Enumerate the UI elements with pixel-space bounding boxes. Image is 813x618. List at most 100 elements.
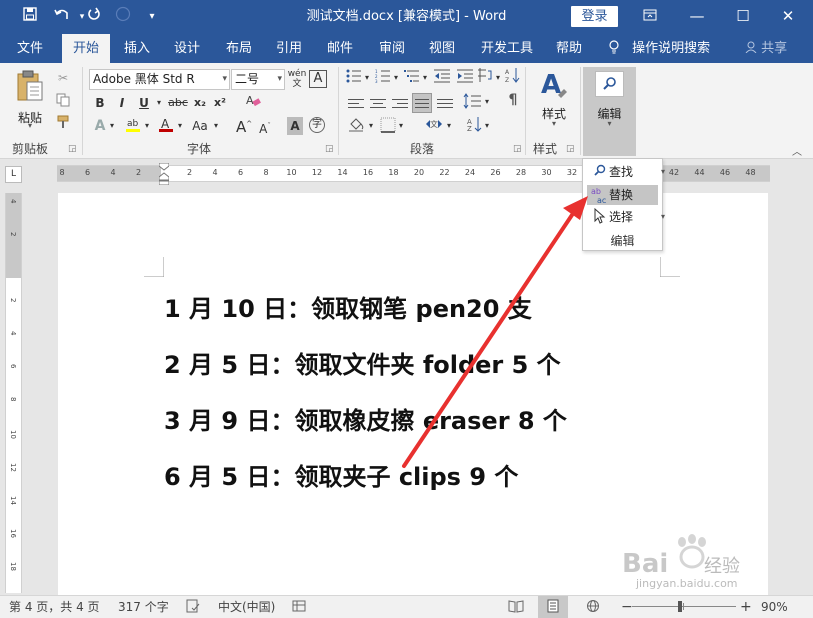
highlight-color-icon[interactable]: ab <box>124 117 142 135</box>
character-shading-button[interactable]: A <box>287 117 303 135</box>
superscript-button[interactable]: x² <box>212 94 228 112</box>
format-painter-icon[interactable] <box>54 115 72 133</box>
chevron-down-icon[interactable]: ▾ <box>397 117 405 135</box>
tab-design[interactable]: 设计 <box>166 34 208 63</box>
font-color-icon[interactable]: A <box>157 117 175 135</box>
share-button[interactable]: 共享 <box>745 34 787 63</box>
chevron-down-icon[interactable]: ▾ <box>176 117 184 135</box>
chevron-down-icon[interactable]: ▾ <box>483 93 491 111</box>
decrease-indent-icon[interactable] <box>434 69 450 87</box>
styles-launcher-icon[interactable]: ◲ <box>566 144 575 154</box>
character-border-icon[interactable]: A <box>309 70 327 88</box>
tell-me-search[interactable]: 操作说明搜索 <box>608 34 710 63</box>
justify-icon[interactable] <box>412 93 432 113</box>
chevron-down-icon[interactable]: ▾ <box>421 69 429 87</box>
align-left-icon[interactable] <box>348 96 364 110</box>
strikethrough-button[interactable]: abc <box>167 94 189 112</box>
numbering-icon[interactable]: 123 <box>375 69 391 87</box>
proofing-icon[interactable] <box>186 596 200 618</box>
tab-home[interactable]: 开始 <box>62 34 110 63</box>
word-count[interactable]: 317 个字 <box>118 596 169 618</box>
chevron-down-icon[interactable]: ▾ <box>367 117 375 135</box>
bullets-icon[interactable] <box>346 69 362 87</box>
shrink-font-button[interactable]: Aˇ <box>258 117 272 136</box>
print-layout-icon[interactable] <box>538 596 568 618</box>
login-button[interactable]: 登录 <box>571 6 618 27</box>
align-right-icon[interactable] <box>392 96 408 110</box>
web-layout-icon[interactable] <box>586 596 600 618</box>
shading-icon[interactable] <box>348 116 366 134</box>
tab-help[interactable]: 帮助 <box>548 34 590 63</box>
document-line[interactable]: 2 月 5 日：领取文件夹 folder 5 个 <box>164 345 561 380</box>
sort-icon[interactable]: AZ <box>505 67 521 85</box>
chevron-down-icon[interactable]: ▾ <box>363 69 371 87</box>
maximize-icon[interactable]: ☐ <box>721 0 765 34</box>
italic-button[interactable]: I <box>114 94 130 112</box>
zoom-out-button[interactable]: − <box>621 596 633 618</box>
customize-icon[interactable]: ▾ <box>140 6 164 28</box>
tab-review[interactable]: 审阅 <box>371 34 413 63</box>
chevron-down-icon[interactable]: ▾ <box>445 117 453 135</box>
macro-recording-icon[interactable] <box>292 596 306 618</box>
show-marks-icon[interactable]: ¶ <box>505 91 521 109</box>
tab-layout[interactable]: 布局 <box>218 34 260 63</box>
chevron-down-icon[interactable]: ▾ <box>392 69 400 87</box>
enclose-characters-icon[interactable]: 字 <box>309 117 325 133</box>
phonetic-guide-icon[interactable]: wén 文 <box>287 69 307 89</box>
tab-insert[interactable]: 插入 <box>116 34 158 63</box>
change-case-button[interactable]: Aa <box>189 117 211 135</box>
indent-marker[interactable] <box>158 162 170 186</box>
ribbon-display-icon[interactable] <box>628 0 672 34</box>
chevron-down-icon[interactable]: ▾ <box>154 94 164 112</box>
asian-layout-icon[interactable]: 文 <box>424 116 444 134</box>
zoom-slider[interactable] <box>632 601 736 612</box>
find-menu-item[interactable]: 查找 ▾ <box>587 162 665 182</box>
chevron-down-icon[interactable]: ▾ <box>483 117 491 135</box>
document-line[interactable]: 6 月 5 日：领取夹子 clips 9 个 <box>164 457 518 492</box>
tab-mailings[interactable]: 邮件 <box>319 34 361 63</box>
minimize-icon[interactable]: — <box>675 0 719 34</box>
bold-button[interactable]: B <box>92 94 108 112</box>
select-menu-item[interactable]: 选择 ▾ <box>587 207 665 227</box>
text-effects-button[interactable]: A <box>92 117 108 135</box>
font-launcher-icon[interactable]: ◲ <box>325 144 334 154</box>
tab-view[interactable]: 视图 <box>421 34 463 63</box>
styles-button[interactable]: A 样式 ▾ <box>534 69 574 133</box>
document-line[interactable]: 3 月 9 日：领取橡皮擦 eraser 8 个 <box>164 401 567 436</box>
grow-font-button[interactable]: A^ <box>236 115 252 136</box>
underline-button[interactable]: U <box>136 94 152 112</box>
clear-formatting-icon[interactable]: A <box>244 93 262 111</box>
chevron-down-icon[interactable]: ▾ <box>494 69 502 87</box>
chevron-down-icon[interactable]: ▾ <box>143 117 151 135</box>
page-count[interactable]: 第 4 页，共 4 页 <box>9 596 100 618</box>
distributed-icon[interactable] <box>437 96 453 110</box>
paragraph-launcher-icon[interactable]: ◲ <box>513 144 522 154</box>
tab-references[interactable]: 引用 <box>268 34 310 63</box>
zoom-level[interactable]: 90% <box>761 596 788 618</box>
font-size-select[interactable]: 二号 ▾ <box>231 69 285 90</box>
tab-developer[interactable]: 开发工具 <box>476 34 538 63</box>
multilevel-list-icon[interactable] <box>404 69 420 87</box>
chevron-down-icon[interactable]: ▾ <box>212 117 220 135</box>
clipboard-launcher-icon[interactable]: ◲ <box>68 144 77 154</box>
chinese-layout-icon[interactable] <box>477 67 493 85</box>
touch-mode-icon[interactable] <box>111 6 135 28</box>
save-icon[interactable] <box>18 6 42 28</box>
cut-icon[interactable]: ✂ <box>54 69 72 87</box>
tab-file[interactable]: 文件 <box>8 34 52 63</box>
zoom-slider-thumb[interactable] <box>678 601 682 612</box>
font-name-select[interactable]: Adobe 黑体 Std R ▾ <box>89 69 230 90</box>
tab-selector[interactable]: L <box>5 166 22 183</box>
subscript-button[interactable]: x₂ <box>192 94 208 112</box>
read-mode-icon[interactable] <box>508 596 524 618</box>
paste-button[interactable]: 粘贴 ▾ <box>14 69 46 131</box>
replace-menu-item[interactable]: ab ac 替换 <box>587 185 658 205</box>
close-icon[interactable]: ✕ <box>766 0 810 34</box>
zoom-in-button[interactable]: + <box>740 596 752 618</box>
align-center-icon[interactable] <box>370 96 386 110</box>
redo-icon[interactable] <box>82 6 106 28</box>
collapse-ribbon-icon[interactable]: ︿ <box>792 143 802 158</box>
copy-icon[interactable] <box>54 93 72 111</box>
editing-button[interactable]: 编辑 ▾ <box>583 67 636 156</box>
chevron-down-icon[interactable]: ▾ <box>108 117 116 135</box>
